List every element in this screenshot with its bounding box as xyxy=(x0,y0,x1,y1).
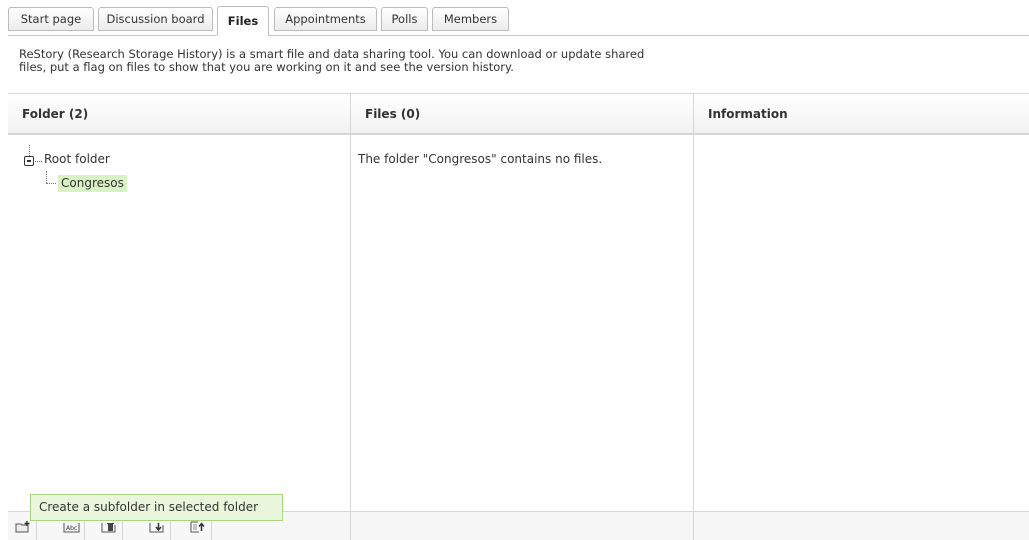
files-column-footer xyxy=(351,511,693,540)
files-column: Files (0) The folder "Congresos" contain… xyxy=(351,94,694,540)
information-column: Information xyxy=(694,94,1029,540)
information-column-footer xyxy=(694,511,1029,540)
description-line-2: files, put a flag on files to show that … xyxy=(19,60,514,74)
files-description: ReStory (Research Storage History) is a … xyxy=(19,48,719,74)
tree-item-congresos[interactable]: Congresos xyxy=(58,175,127,192)
new-subfolder-icon xyxy=(15,521,30,533)
tree-connector xyxy=(29,145,30,156)
file-browser-panel: Folder (2) Root folder Congresos Files (… xyxy=(8,93,1029,540)
tab-start-page[interactable]: Start page xyxy=(8,7,94,31)
upload-file-icon xyxy=(190,521,205,533)
tab-appointments[interactable]: Appointments xyxy=(274,7,377,31)
tab-polls[interactable]: Polls xyxy=(381,7,428,31)
tab-bar-baseline xyxy=(8,35,1029,36)
svg-text:Abc: Abc xyxy=(66,525,77,532)
files-column-header: Files (0) xyxy=(351,94,693,135)
collapse-minus-icon[interactable] xyxy=(24,156,34,166)
tab-bar: Start page Discussion board Files Appoin… xyxy=(0,0,1029,37)
folder-column: Folder (2) Root folder Congresos xyxy=(8,94,351,540)
delete-folder-icon xyxy=(101,523,116,533)
empty-folder-message: The folder "Congresos" contains no files… xyxy=(358,152,603,166)
download-folder-icon xyxy=(149,523,164,533)
tab-discussion-board[interactable]: Discussion board xyxy=(98,7,213,31)
tree-connector xyxy=(46,183,56,184)
tab-files[interactable]: Files xyxy=(217,6,269,36)
tree-connector xyxy=(46,171,47,183)
folder-column-header: Folder (2) xyxy=(8,94,350,135)
create-subfolder-tooltip: Create a subfolder in selected folder xyxy=(30,494,283,521)
rename-folder-icon: Abc xyxy=(63,523,80,533)
tree-item-root-folder[interactable]: Root folder xyxy=(44,152,110,166)
information-column-header: Information xyxy=(694,94,1029,135)
tree-connector xyxy=(35,161,42,162)
tab-members[interactable]: Members xyxy=(432,7,509,31)
